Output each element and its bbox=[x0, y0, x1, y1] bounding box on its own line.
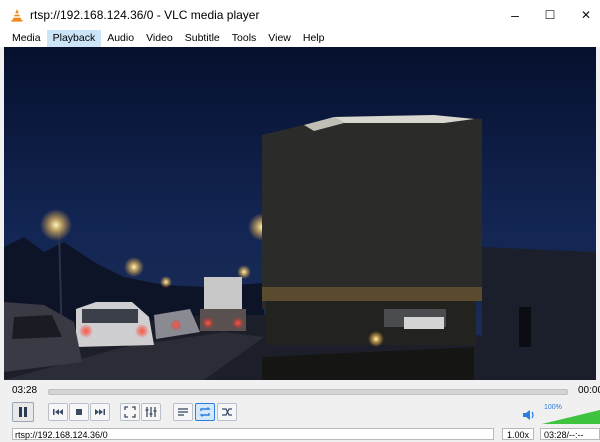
loop-icon bbox=[199, 407, 211, 417]
title-bar: rtsp://192.168.124.36/0 - VLC media play… bbox=[0, 0, 600, 30]
menu-subtitle[interactable]: Subtitle bbox=[179, 30, 226, 47]
video-frame bbox=[4, 47, 596, 380]
volume-control: 100% bbox=[522, 404, 600, 424]
maximize-button[interactable]: ☐ bbox=[530, 0, 570, 30]
menu-bar: Media Playback Audio Video Subtitle Tool… bbox=[0, 30, 600, 47]
menu-help[interactable]: Help bbox=[297, 30, 331, 47]
pause-icon bbox=[19, 407, 27, 417]
playback-speed[interactable]: 1.00x bbox=[502, 428, 534, 440]
menu-view[interactable]: View bbox=[262, 30, 297, 47]
volume-slider[interactable] bbox=[542, 410, 600, 424]
status-media-url: rtsp://192.168.124.36/0 bbox=[12, 428, 494, 440]
stop-button[interactable] bbox=[69, 403, 89, 421]
equalizer-icon bbox=[145, 407, 157, 417]
remaining-time: 00:00 bbox=[578, 385, 600, 396]
stop-icon bbox=[76, 409, 82, 415]
fullscreen-icon bbox=[124, 406, 136, 418]
playlist-icon bbox=[178, 408, 188, 416]
window-title: rtsp://192.168.124.36/0 - VLC media play… bbox=[30, 8, 260, 22]
menu-media[interactable]: Media bbox=[6, 30, 47, 47]
next-icon bbox=[95, 409, 105, 415]
seek-row: 03:28 00:00 bbox=[0, 382, 600, 400]
menu-video[interactable]: Video bbox=[140, 30, 179, 47]
video-area[interactable] bbox=[4, 47, 596, 380]
previous-button[interactable] bbox=[48, 403, 68, 421]
extended-settings-button[interactable] bbox=[141, 403, 161, 421]
status-bar: rtsp://192.168.124.36/0 1.00x 03:28/--:-… bbox=[0, 426, 600, 442]
pause-button[interactable] bbox=[12, 402, 34, 422]
close-icon: ✕ bbox=[580, 8, 592, 22]
seek-slider[interactable] bbox=[48, 389, 568, 395]
menu-tools[interactable]: Tools bbox=[226, 30, 263, 47]
minimize-button[interactable]: – bbox=[495, 0, 535, 30]
previous-icon bbox=[53, 409, 63, 415]
speaker-icon[interactable] bbox=[522, 409, 536, 421]
next-button[interactable] bbox=[90, 403, 110, 421]
loop-button[interactable] bbox=[195, 403, 215, 421]
menu-audio[interactable]: Audio bbox=[101, 30, 140, 47]
menu-playback[interactable]: Playback bbox=[46, 30, 102, 47]
elapsed-time: 03:28 bbox=[12, 385, 38, 396]
playlist-button[interactable] bbox=[173, 403, 193, 421]
fullscreen-button[interactable] bbox=[120, 403, 140, 421]
maximize-icon: ☐ bbox=[544, 8, 556, 22]
status-time[interactable]: 03:28/--:-- bbox=[540, 428, 600, 440]
vlc-cone-icon bbox=[11, 9, 23, 22]
shuffle-icon bbox=[222, 408, 232, 416]
close-button[interactable]: ✕ bbox=[566, 0, 600, 30]
minimize-icon: – bbox=[511, 7, 519, 23]
playback-controls bbox=[0, 401, 600, 425]
random-button[interactable] bbox=[217, 403, 237, 421]
